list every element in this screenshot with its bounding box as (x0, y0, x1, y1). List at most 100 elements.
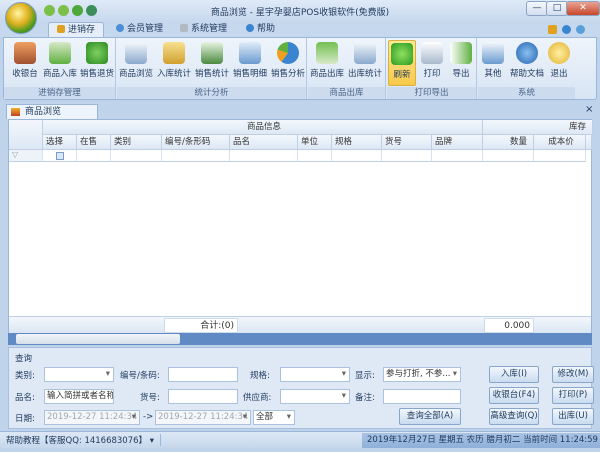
stock-out-stats-button[interactable]: 出库统计 (346, 40, 384, 85)
col-spec[interactable]: 规格 (332, 135, 382, 150)
label: 出库统计 (347, 69, 382, 79)
date-from-picker[interactable]: 2019-12-27 11:24:34 ▾ (44, 410, 140, 425)
info-icon[interactable] (562, 25, 571, 34)
help-docs-button[interactable]: 帮助文档 (508, 40, 546, 85)
col-name[interactable]: 品名 (230, 135, 298, 150)
stock-in-icon (49, 42, 71, 64)
filter-cell[interactable] (230, 150, 298, 162)
checkbox-icon[interactable] (56, 152, 64, 160)
other-button[interactable]: 其他 (478, 40, 508, 85)
browse-icon (125, 42, 147, 64)
col-brand[interactable]: 品牌 (432, 135, 483, 150)
value: 参与打折, 不参... (386, 369, 451, 379)
supplier-select[interactable]: ▾ (280, 389, 350, 404)
filter-cell[interactable] (432, 150, 483, 162)
footer-quantity: 0.000 (484, 318, 534, 333)
doc-tab-browse[interactable]: 商品浏览 (6, 104, 98, 119)
filter-icon[interactable]: ▽ (9, 150, 43, 162)
doc-close-button[interactable]: × (585, 104, 593, 115)
note-input[interactable] (383, 389, 461, 404)
filter-cell[interactable] (111, 150, 162, 162)
filter-cell[interactable] (332, 150, 382, 162)
forward-icon[interactable] (58, 5, 69, 16)
close-button[interactable]: ✕ (566, 1, 600, 16)
tab-members[interactable]: 会员管理 (108, 22, 171, 37)
sales-return-button[interactable]: 销售退货 (78, 40, 116, 85)
filter-cell[interactable] (298, 150, 332, 162)
home-icon[interactable] (86, 5, 97, 16)
chevron-down-icon: ▾ (341, 369, 346, 379)
help-tutorial-link[interactable]: 帮助教程【客服QQ: 1416683076】 ▾ (6, 434, 161, 446)
supplier-label: 供应商: (243, 393, 272, 403)
maximize-button[interactable]: □ (546, 1, 568, 16)
exit-button[interactable]: 退出 (544, 40, 574, 85)
tab-help[interactable]: 帮助 (238, 22, 283, 37)
label: 商品浏览 (118, 69, 153, 79)
system-icon (180, 24, 188, 32)
filter-cell[interactable] (382, 150, 432, 162)
col-category[interactable]: 类别 (111, 135, 162, 150)
col-item-no[interactable]: 货号 (382, 135, 432, 150)
group-print-export: 刷新 打印 导出 打印导出 (387, 38, 477, 99)
date-to-picker[interactable]: 2019-12-27 11:24:34 ▾ (155, 410, 251, 425)
scrollbar-thumb[interactable] (16, 334, 180, 344)
col-on-sale[interactable]: 在售 (77, 135, 111, 150)
tab-system[interactable]: 系统管理 (172, 22, 235, 37)
col-quantity[interactable]: 数量 (483, 135, 534, 150)
filter-cell[interactable] (483, 150, 534, 162)
stock-in-button[interactable]: 商品入库 (41, 40, 79, 85)
filter-cell[interactable] (77, 150, 111, 162)
printer-icon (421, 42, 443, 64)
range-select[interactable]: 全部 ▾ (253, 410, 295, 425)
stock-out-button[interactable]: 商品出库 (308, 40, 346, 85)
edit-button[interactable]: 修改(M) (552, 366, 594, 383)
sales-stats-button[interactable]: 销售统计 (193, 40, 231, 85)
cashier-button[interactable]: 收银台 (6, 40, 44, 85)
col-unit[interactable]: 单位 (298, 135, 332, 150)
query-all-button[interactable]: 查询全部(A) (399, 408, 461, 425)
sales-return-icon (86, 42, 108, 64)
col-code[interactable]: 编号/条形码 (162, 135, 230, 150)
sales-analysis-button[interactable]: 销售分析 (269, 40, 307, 85)
print-button[interactable]: 打印 (417, 40, 447, 85)
refresh-icon[interactable] (72, 5, 83, 16)
group-label: 统计分析 (117, 87, 306, 99)
category-select[interactable]: ▾ (44, 367, 114, 382)
stock-in-stats-button[interactable]: 入库统计 (155, 40, 193, 85)
tab-label: 系统管理 (191, 24, 228, 34)
browse-goods-button[interactable]: 商品浏览 (117, 40, 155, 85)
filter-select[interactable] (43, 150, 77, 162)
name-input[interactable]: 输入简拼或者名称 (44, 389, 114, 404)
back-icon[interactable] (44, 5, 55, 16)
ribbon-tabs: 进销存 会员管理 系统管理 帮助 (0, 22, 600, 37)
group-statistics: 商品浏览 入库统计 销售统计 销售明细 销售分析 统计分析 (117, 38, 307, 99)
spec-select[interactable]: ▾ (280, 367, 350, 382)
label: 导出 (452, 69, 470, 79)
tab-inventory[interactable]: 进销存 (48, 22, 105, 37)
horizontal-scrollbar[interactable] (8, 333, 592, 345)
minimize-button[interactable]: — (526, 1, 548, 16)
display-select[interactable]: 参与打折, 不参... ▾ (383, 367, 461, 382)
code-input[interactable] (168, 367, 238, 382)
query-panel: 查询 类别: ▾ 编号/条码: 规格: ▾ 显示: 参与打折, 不参... ▾ 品… (8, 347, 594, 429)
sales-detail-button[interactable]: 销售明细 (231, 40, 269, 85)
label: 收银台 (12, 69, 38, 79)
app-menu-orb[interactable] (5, 2, 37, 34)
cart-icon[interactable] (548, 25, 557, 34)
refresh-icon (391, 43, 413, 65)
refresh-button[interactable]: 刷新 (388, 40, 416, 86)
stock-in-action-button[interactable]: 入库(I) (489, 366, 539, 383)
item-no-input[interactable] (168, 389, 238, 404)
col-cost[interactable]: 成本价 (534, 135, 586, 150)
cashier-action-button[interactable]: 收银台(F4) (489, 387, 539, 404)
filter-cell[interactable] (162, 150, 230, 162)
print-action-button[interactable]: 打印(P) (552, 387, 594, 404)
filter-cell[interactable] (534, 150, 586, 162)
label: 刷新 (393, 70, 411, 80)
col-select[interactable]: 选择 (43, 135, 77, 150)
advanced-query-button[interactable]: 高级查询(Q) (489, 408, 539, 425)
export-button[interactable]: 导出 (446, 40, 476, 85)
stock-out-action-button[interactable]: 出库(U) (552, 408, 594, 425)
help-icon (516, 42, 538, 64)
style-icon[interactable] (576, 25, 585, 34)
